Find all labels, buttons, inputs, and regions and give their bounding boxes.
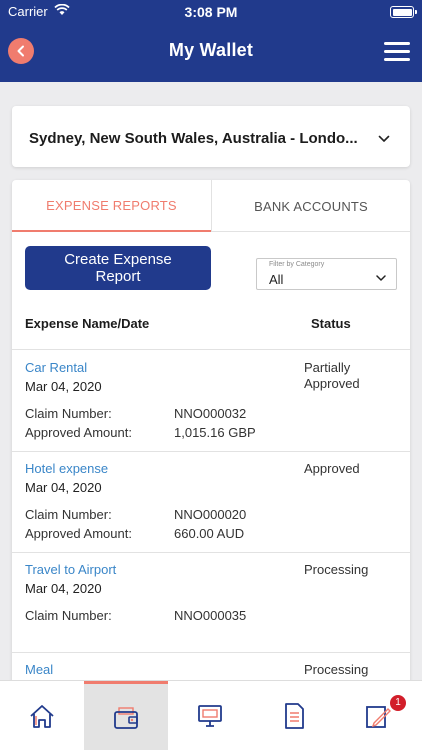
expense-name-link[interactable]: Travel to Airport [25,562,116,577]
bottom-tab-edit[interactable]: 1 [336,681,420,750]
battery-icon [390,6,417,18]
chevron-down-icon [378,130,390,148]
location-selector[interactable]: Sydney, New South Wales, Australia - Lon… [12,106,410,167]
approved-amount-label: Approved Amount: [25,425,132,440]
table-row[interactable]: Travel to Airport Mar 04, 2020 Processin… [12,553,410,653]
location-value: Sydney, New South Wales, Australia - Lon… [29,130,358,147]
approved-amount-value: 1,015.16 GBP [174,425,256,440]
table-header: Expense Name/Date Status [12,308,410,350]
filter-value: All [269,272,284,287]
clock: 3:08 PM [184,4,238,20]
tab-expense-reports[interactable]: EXPENSE REPORTS [12,180,211,232]
expense-name-link[interactable]: Car Rental [25,360,87,375]
wallet-card: EXPENSE REPORTS BANK ACCOUNTS Create Exp… [12,180,410,700]
create-button-line1: Create Expense [64,251,172,268]
expense-name-link[interactable]: Hotel expense [25,461,108,476]
expense-list: Car Rental Mar 04, 2020 Partially Approv… [12,351,410,700]
bottom-tab-bar: 1 [0,680,422,750]
status-badge: Approved [304,461,360,476]
claim-number-value: NNO000032 [174,406,247,421]
bottom-tab-wallet[interactable] [84,681,168,750]
approved-amount-value: 660.00 AUD [174,526,245,541]
bottom-tab-home[interactable] [0,681,84,750]
column-header-status: Status [311,316,351,331]
claim-number-value: NNO000020 [174,507,247,522]
claim-number-label: Claim Number: [25,406,112,421]
approved-amount-label: Approved Amount: [25,526,132,541]
document-icon [285,703,304,729]
expense-name-link[interactable]: Meal [25,662,53,677]
create-button-line2: Report [95,268,141,285]
home-icon [30,705,54,728]
tab-bank-accounts[interactable]: BANK ACCOUNTS [211,180,410,232]
status-badge: Processing [304,662,369,677]
expense-date: Mar 04, 2020 [25,379,102,394]
column-header-name: Expense Name/Date [25,316,150,331]
hamburger-icon [384,42,410,45]
page-title: My Wallet [168,40,254,60]
expense-date: Mar 04, 2020 [25,480,102,495]
status-badge: Processing [304,562,369,577]
menu-button[interactable] [384,42,410,62]
filter-label: Filter by Category [269,261,325,268]
bottom-tab-monitor[interactable] [168,681,252,750]
nav-bar: My Wallet [0,24,422,82]
create-expense-report-button[interactable]: Create Expense Report [25,246,211,290]
claim-number-label: Claim Number: [25,608,112,623]
claim-number-label: Claim Number: [25,507,112,522]
status-bar: Carrier 3:08 PM [0,0,422,24]
table-row[interactable]: Hotel expense Mar 04, 2020 Approved Clai… [12,452,410,553]
notification-badge: 1 [390,695,406,711]
edit-document-icon [366,706,391,728]
table-row[interactable]: Car Rental Mar 04, 2020 Partially Approv… [12,351,410,452]
status-badge: Partially Approved [304,360,360,391]
claim-number-value: NNO000035 [174,608,247,623]
category-filter-select[interactable]: Filter by Category All [256,258,397,290]
wallet-icon [114,706,138,729]
expense-date: Mar 04, 2020 [25,581,102,596]
chevron-down-icon [376,269,386,287]
tab-bar: EXPENSE REPORTS BANK ACCOUNTS [12,180,410,232]
monitor-icon [198,705,222,727]
bottom-tab-documents[interactable] [252,681,336,750]
